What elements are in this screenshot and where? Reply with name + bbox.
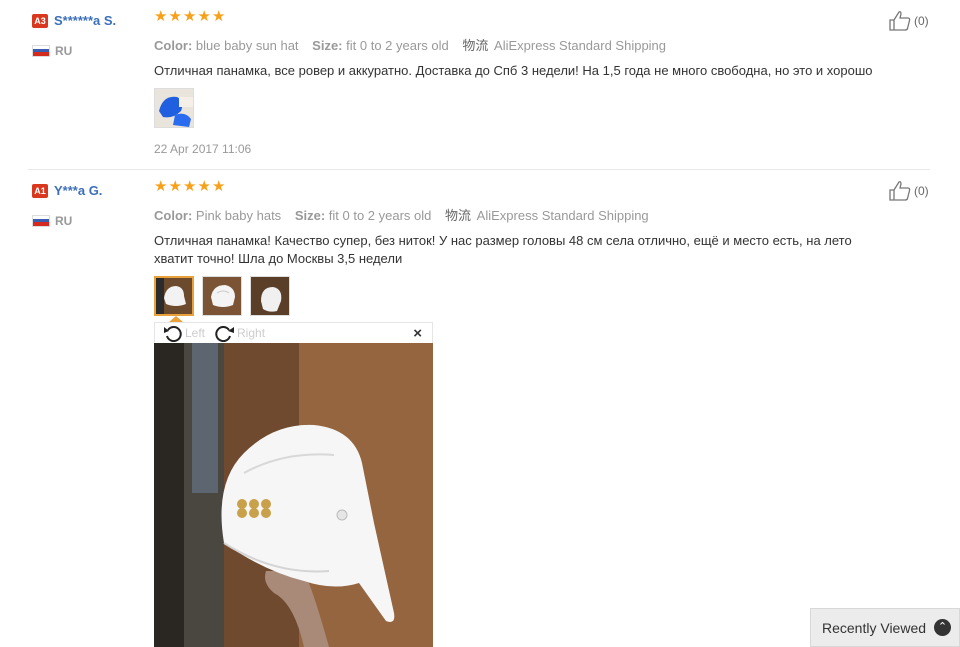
review-photo-thumbnail-selected[interactable]: [154, 276, 194, 316]
review-item: A3 S******a S. RU ★ ★ ★ ★ ★ Color: blue baby …: [0, 0, 960, 170]
color-value: Pink baby hats: [195, 208, 282, 223]
star-icon: ★: [212, 178, 226, 195]
order-info: Color: blue baby sun hat Size: fit 0 to …: [154, 35, 894, 54]
color-value: blue baby sun hat: [195, 38, 299, 53]
star-icon: ★: [183, 8, 197, 25]
star-icon: ★: [168, 178, 182, 195]
buyer-level-badge: A3: [32, 13, 48, 28]
shipping-method: AliExpress Standard Shipping: [494, 38, 667, 53]
size-value: fit 0 to 2 years old: [346, 38, 449, 53]
size-label: Size:: [294, 208, 326, 223]
star-icon: ★: [154, 8, 168, 25]
review-body: ★ ★ ★ ★ ★ Color: blue baby sun hat Size: fit…: [154, 8, 894, 156]
photo-viewer: Left Right ×: [154, 316, 433, 647]
thumbs-up-icon: [889, 11, 911, 31]
review-text: Отличная панамка, все ровер и аккуратно.…: [154, 63, 873, 78]
color-label: Color:: [154, 208, 193, 223]
color-label: Color:: [154, 38, 193, 53]
star-icon: ★: [197, 8, 211, 25]
review-text: Отличная панамка! Качество супер, без ни…: [154, 233, 852, 266]
thumbs-up-icon: [889, 181, 911, 201]
star-rating: ★ ★ ★ ★ ★: [154, 178, 894, 196]
review-date: 22 Apr 2017 11:06: [154, 142, 252, 156]
star-icon: ★: [154, 178, 168, 195]
review-body: ★ ★ ★ ★ ★ Color: Pink baby hats Size: fit 0 …: [154, 178, 894, 316]
rotate-right-icon: [215, 326, 235, 342]
star-icon: ★: [183, 178, 197, 195]
review-photo-thumbnail[interactable]: [202, 276, 242, 316]
review-photo-thumbnail[interactable]: [250, 276, 290, 316]
chevron-up-icon: ⌃: [934, 619, 952, 636]
reviewer-country: RU: [55, 43, 73, 58]
shipping-method: AliExpress Standard Shipping: [476, 208, 649, 223]
order-info: Color: Pink baby hats Size: fit 0 to 2 y…: [154, 205, 894, 224]
review-photos: [154, 276, 894, 316]
shipping-label: 物流: [462, 38, 489, 53]
star-icon: ★: [168, 8, 182, 25]
rotate-left-label: Left: [185, 326, 206, 340]
reviewer-info: A3 S******a S. RU: [32, 12, 152, 58]
rotate-left-icon: [164, 326, 182, 342]
recently-viewed-label: Recently Viewed: [822, 619, 927, 636]
russia-flag-icon: [32, 214, 50, 227]
reviewer-info: A1 Y***a G. RU: [32, 182, 152, 228]
review-photo-thumbnail[interactable]: [154, 88, 194, 128]
rotate-left-button[interactable]: Left: [163, 324, 205, 342]
helpful-button[interactable]: (0): [888, 10, 929, 32]
helpful-button[interactable]: (0): [888, 180, 929, 202]
shipping-label: 物流: [445, 208, 472, 223]
reviewer-country: RU: [55, 213, 73, 228]
size-label: Size:: [312, 38, 343, 53]
helpful-count: (0): [914, 184, 929, 198]
close-viewer-button[interactable]: ×: [413, 325, 422, 342]
star-icon: ★: [212, 8, 226, 25]
rotate-right-label: Right: [237, 326, 266, 340]
review-item: A1 Y***a G. RU ★ ★ ★ ★ ★ Color: Pink baby hat…: [0, 170, 960, 647]
rotate-right-button[interactable]: Right: [213, 324, 265, 342]
star-rating: ★ ★ ★ ★ ★: [154, 8, 894, 26]
review-photo-large: [154, 343, 433, 647]
buyer-level-badge: A1: [32, 183, 48, 198]
russia-flag-icon: [32, 44, 50, 57]
helpful-count: (0): [914, 14, 929, 28]
star-icon: ★: [197, 178, 211, 195]
viewer-toolbar: Left Right ×: [154, 322, 433, 343]
reviewer-name: Y***a G.: [54, 183, 103, 199]
recently-viewed-tab[interactable]: Recently Viewed ⌃: [810, 608, 960, 647]
review-photos: [154, 88, 894, 128]
size-value: fit 0 to 2 years old: [328, 208, 432, 223]
reviewer-name: S******a S.: [54, 13, 117, 29]
